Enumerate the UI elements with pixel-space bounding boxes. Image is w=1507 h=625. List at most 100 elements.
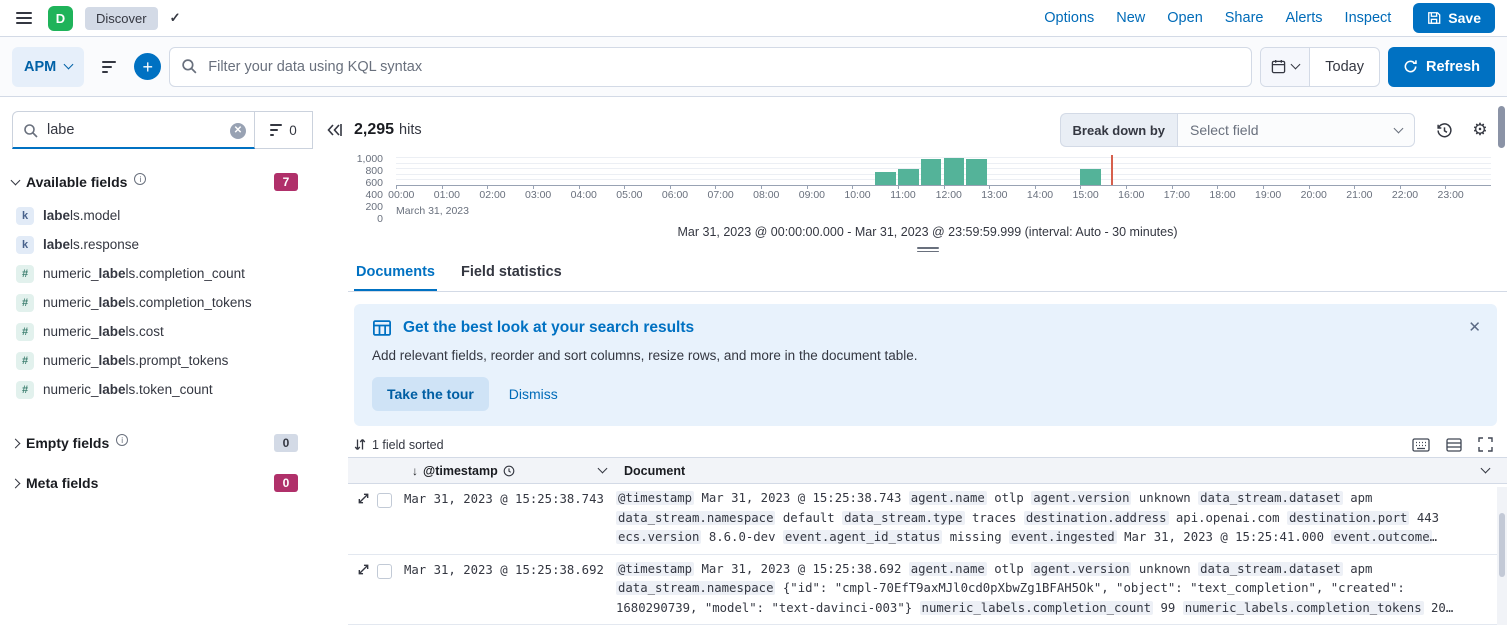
histogram-bar[interactable] [1080, 169, 1101, 185]
grid-header-document[interactable]: Document [616, 458, 1507, 483]
save-button[interactable]: Save [1413, 3, 1495, 33]
expand-row-icon[interactable] [357, 563, 370, 576]
doc-field-chip: ecs.version [616, 530, 701, 544]
doc-field-chip: agent.version [1031, 491, 1131, 505]
field-list-item[interactable]: #numeric_labels.cost [12, 317, 342, 346]
doc-field-value: Mar 31, 2023 @ 15:25:38.692 [701, 562, 901, 576]
info-icon: i [134, 173, 146, 185]
expand-row-icon[interactable] [357, 492, 370, 505]
field-filter-button[interactable]: 0 [255, 111, 313, 149]
chart-options-gear-icon[interactable]: ⚙ [1465, 115, 1495, 145]
hits-count: 2,295 [354, 121, 394, 139]
doc-field-value: Mar 31, 2023 @ 15:25:41.000 [1124, 530, 1324, 544]
y-tick-label: 200 [365, 201, 383, 213]
breakdown-select[interactable]: Select field [1177, 113, 1415, 147]
chart-resize-handle[interactable] [917, 245, 939, 254]
histogram-bar[interactable] [944, 158, 965, 185]
x-axis: 00:0001:0002:0003:0004:0005:0006:0007:00… [396, 189, 1491, 203]
histogram-bar[interactable] [966, 159, 987, 185]
doc-field-chip: agent.name [909, 491, 987, 505]
doc-field-chip: data_stream.dataset [1198, 491, 1343, 505]
doc-field-value: 99 [1160, 601, 1175, 615]
grid-scrollbar[interactable] [1497, 487, 1507, 625]
grid-header-timestamp[interactable]: ↓ @timestamp [404, 458, 616, 483]
table-row[interactable]: Mar 31, 2023 @ 15:25:38.743@timestamp Ma… [348, 484, 1507, 555]
add-filter-button[interactable]: + [134, 53, 161, 80]
space-avatar[interactable]: D [48, 6, 73, 31]
data-view-picker[interactable]: APM [12, 47, 84, 87]
nav-link-alerts[interactable]: Alerts [1285, 10, 1322, 26]
doc-field-value: traces [972, 511, 1016, 525]
doc-field-value: api.openai.com [1176, 511, 1280, 525]
y-tick-label: 600 [365, 177, 383, 189]
chart-history-icon[interactable] [1429, 115, 1459, 145]
available-fields-header[interactable]: Available fields i 7 [12, 173, 342, 191]
row-checkbox[interactable] [377, 493, 392, 508]
sidebar-collapse-icon[interactable] [326, 123, 342, 137]
grid-header-row: ↓ @timestamp Document [348, 458, 1507, 484]
keyboard-shortcuts-icon[interactable] [1412, 438, 1430, 452]
x-tick-label: 23:00 [1437, 189, 1463, 201]
x-tick-label: 22:00 [1392, 189, 1418, 201]
field-list-item[interactable]: #numeric_labels.token_count [12, 375, 342, 404]
menu-icon[interactable] [12, 8, 36, 28]
meta-fields-header[interactable]: Meta fields 0 [12, 474, 342, 492]
table-row[interactable]: Mar 31, 2023 @ 15:25:38.692@timestamp Ma… [348, 555, 1507, 625]
dismiss-button[interactable]: Dismiss [509, 386, 558, 402]
doc-field-chip: agent.name [909, 562, 987, 576]
histogram-chart[interactable]: 1,0008006004002000 00:0001:0002:0003:000… [354, 155, 1491, 216]
saved-query-menu-icon[interactable] [92, 47, 126, 87]
nav-link-open[interactable]: Open [1167, 10, 1202, 26]
tab-documents[interactable]: Documents [354, 256, 437, 291]
breakdown-value: Select field [1190, 122, 1258, 138]
field-list-item[interactable]: #numeric_labels.completion_count [12, 259, 342, 288]
field-name: numeric_labels.completion_count [43, 266, 245, 281]
save-label: Save [1448, 10, 1481, 26]
page-scrollbar[interactable] [1498, 106, 1505, 148]
doc-field-value: 20 [1431, 601, 1453, 615]
kql-query-input[interactable] [169, 47, 1252, 87]
header-nav: Options New Open Share Alerts Inspect Save [1044, 3, 1495, 33]
tab-field-statistics[interactable]: Field statistics [459, 256, 564, 291]
column-menu-icon[interactable] [598, 464, 608, 474]
refresh-button[interactable]: Refresh [1388, 47, 1495, 87]
nav-link-share[interactable]: Share [1225, 10, 1264, 26]
fullscreen-icon[interactable] [1478, 437, 1493, 452]
nav-link-options[interactable]: Options [1044, 10, 1094, 26]
date-quick-select-button[interactable] [1261, 48, 1310, 86]
hits-label: hits [399, 122, 422, 138]
histogram-plot [396, 157, 1491, 186]
date-range-button[interactable]: Today [1310, 48, 1379, 86]
field-list-item[interactable]: klabels.response [12, 230, 342, 259]
filter-icon [270, 124, 282, 136]
refresh-label: Refresh [1426, 59, 1480, 75]
histogram-bar[interactable] [921, 159, 942, 185]
field-list-item[interactable]: klabels.model [12, 201, 342, 230]
row-checkbox[interactable] [377, 564, 392, 579]
field-list-item[interactable]: #numeric_labels.completion_tokens [12, 288, 342, 317]
sorted-fields-button[interactable]: 1 field sorted [354, 438, 444, 452]
search-icon [23, 123, 39, 139]
row-timestamp: Mar 31, 2023 @ 15:25:38.692 [404, 560, 616, 619]
doc-field-chip: data_stream.type [842, 511, 964, 525]
doc-field-value: unknown [1139, 491, 1191, 505]
field-list-item[interactable]: #numeric_labels.prompt_tokens [12, 346, 342, 375]
nav-link-inspect[interactable]: Inspect [1345, 10, 1392, 26]
sorted-label: 1 field sorted [372, 438, 444, 452]
row-document: @timestamp Mar 31, 2023 @ 15:25:38.692 a… [616, 560, 1507, 619]
doc-field-chip: data_stream.namespace [616, 511, 775, 525]
number-field-icon: # [16, 323, 34, 341]
x-tick-label: 00:00 [388, 189, 414, 201]
close-icon[interactable]: ✕ [1464, 314, 1485, 340]
clear-search-icon[interactable]: ✕ [230, 123, 246, 139]
histogram-bar[interactable] [875, 172, 896, 185]
take-tour-button[interactable]: Take the tour [372, 377, 489, 411]
field-search-input[interactable] [13, 112, 254, 147]
display-options-icon[interactable] [1446, 438, 1462, 452]
tour-callout: Get the best look at your search results… [354, 304, 1497, 426]
empty-fields-header[interactable]: Empty fields i 0 [12, 434, 342, 452]
histogram-bar[interactable] [898, 169, 919, 185]
breadcrumb[interactable]: Discover [85, 7, 158, 30]
column-menu-icon[interactable] [1481, 464, 1491, 474]
nav-link-new[interactable]: New [1116, 10, 1145, 26]
